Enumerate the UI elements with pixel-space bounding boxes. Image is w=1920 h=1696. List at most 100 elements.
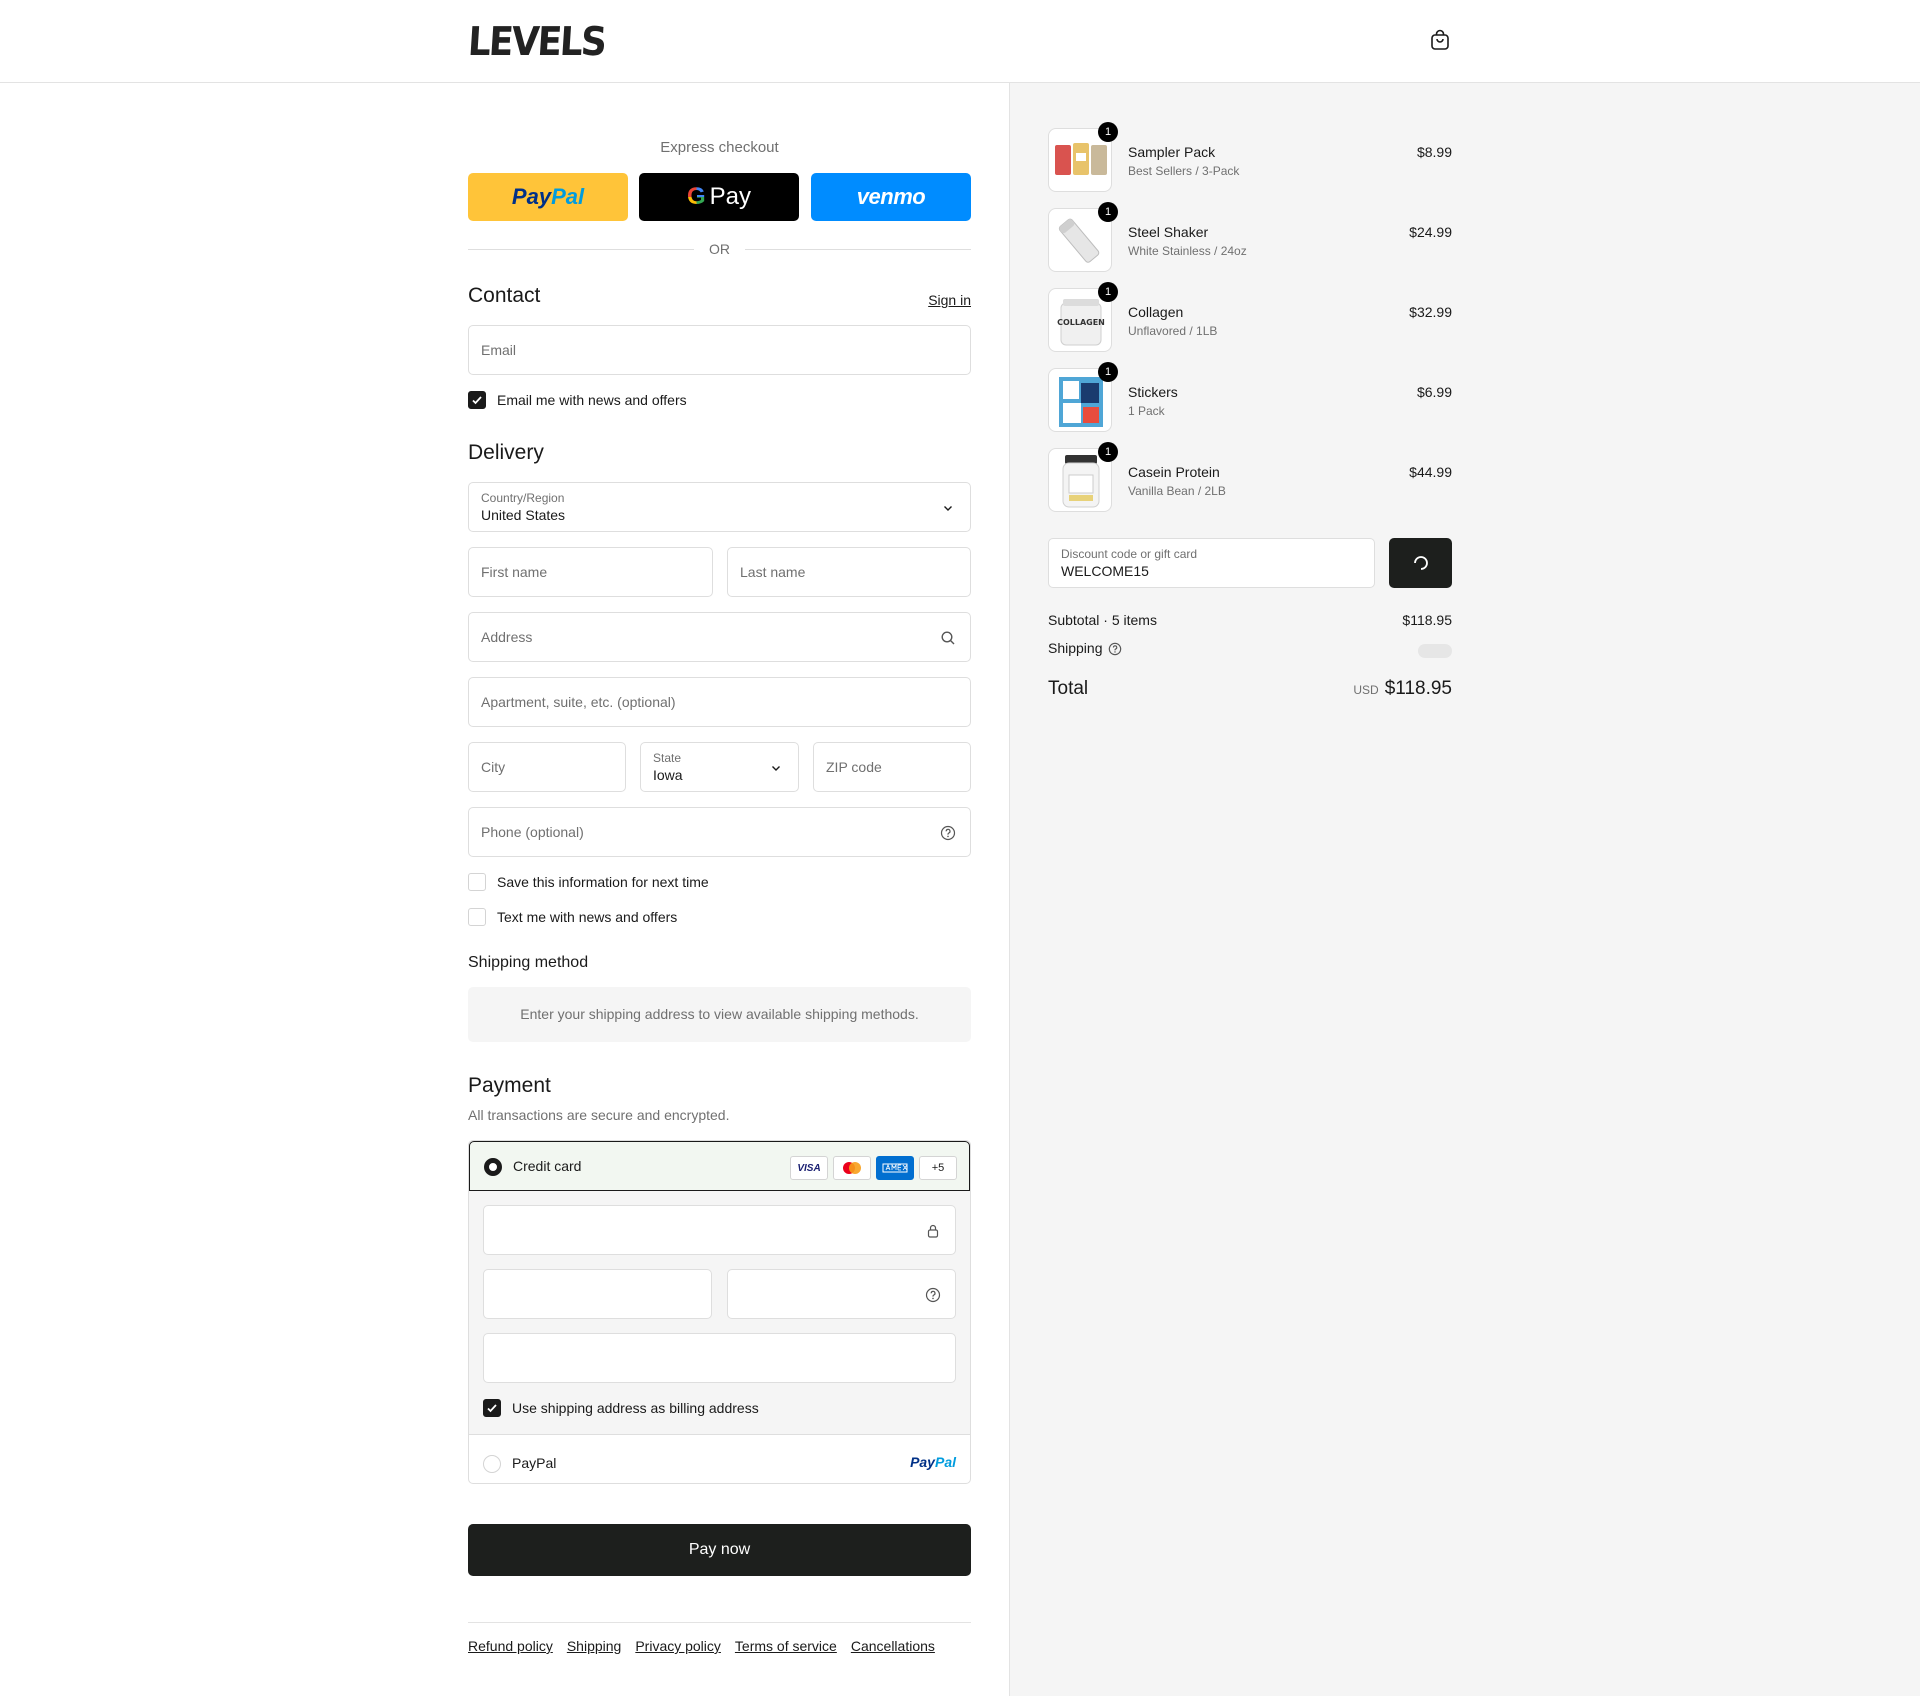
cart-item: 1 Casein Protein Vanilla Bean / 2LB $44.…	[1048, 442, 1452, 512]
apply-discount-button[interactable]	[1389, 538, 1452, 588]
shipping-value-placeholder	[1418, 644, 1452, 658]
billing-same-label: Use shipping address as billing address	[512, 1400, 759, 1416]
header: LEVELS	[0, 0, 1920, 83]
total-row: Total USD $118.95	[1048, 678, 1452, 704]
state-select[interactable]: State Iowa	[640, 742, 799, 792]
search-icon[interactable]	[940, 630, 956, 646]
total-value: $118.95	[1384, 678, 1452, 699]
save-info-checkbox-row[interactable]: Save this information for next time	[468, 872, 709, 892]
venmo-button[interactable]: venmo	[811, 173, 971, 221]
item-price: $44.99	[1409, 464, 1452, 480]
state-label: State	[653, 751, 682, 765]
name-on-card-field[interactable]	[483, 1333, 956, 1383]
terms-of-service-link[interactable]: Terms of service	[735, 1638, 837, 1654]
shipping-label: Shipping	[1048, 640, 1103, 656]
refund-policy-link[interactable]: Refund policy	[468, 1638, 553, 1654]
paypal-option-label[interactable]: PayPal	[512, 1455, 556, 1471]
total-amount: USD $118.95	[1353, 678, 1452, 700]
item-price: $24.99	[1409, 224, 1452, 240]
paypal-logo-pal: Pal	[551, 184, 585, 209]
checkmark-icon	[487, 1404, 497, 1413]
cart-item: 1 Steel Shaker White Stainless / 24oz $2…	[1048, 202, 1452, 272]
city-field[interactable]: City	[468, 742, 626, 792]
credit-card-option[interactable]: Credit card VISA +5	[469, 1141, 970, 1191]
item-price: $6.99	[1416, 384, 1452, 400]
country-select[interactable]: Country/Region United States	[468, 482, 971, 532]
discount-value: WELCOME15	[1061, 563, 1149, 579]
mastercard-icon	[833, 1156, 871, 1180]
text-offers-checkbox-row[interactable]: Text me with news and offers	[468, 907, 677, 927]
gpay-label: Pay	[709, 183, 752, 210]
help-circle-icon[interactable]	[1108, 642, 1122, 656]
cart-item: COLLAGEN 1 Collagen Unflavored / 1LB $32…	[1048, 282, 1452, 352]
credit-card-radio[interactable]	[484, 1158, 502, 1176]
currency-code: USD	[1353, 683, 1379, 697]
last-name-placeholder: Last name	[740, 564, 806, 580]
privacy-policy-link[interactable]: Privacy policy	[635, 1638, 721, 1654]
paypal-express-button[interactable]: Pay Pal	[468, 173, 628, 221]
email-offers-checkbox[interactable]	[468, 391, 486, 409]
quantity-badge: 1	[1098, 442, 1118, 462]
first-name-placeholder: First name	[481, 564, 548, 580]
item-name: Steel Shaker	[1128, 224, 1209, 240]
first-name-field[interactable]: First name	[468, 547, 713, 597]
payment-subtitle: All transactions are secure and encrypte…	[468, 1107, 730, 1123]
email-placeholder: Email	[481, 342, 517, 358]
item-name: Stickers	[1128, 384, 1178, 400]
billing-same-checkbox-row[interactable]: Use shipping address as billing address	[483, 1398, 759, 1418]
address-field[interactable]: Address	[468, 612, 971, 662]
shipping-link[interactable]: Shipping	[567, 1638, 622, 1654]
apartment-field[interactable]: Apartment, suite, etc. (optional)	[468, 677, 971, 727]
email-offers-checkbox-row[interactable]: Email me with news and offers	[468, 390, 687, 410]
zip-field[interactable]: ZIP code	[813, 742, 971, 792]
text-offers-label: Text me with news and offers	[497, 909, 678, 925]
save-info-label: Save this information for next time	[497, 874, 709, 890]
levels-logo[interactable]: LEVELS	[467, 20, 607, 65]
item-price: $32.99	[1409, 304, 1452, 320]
text-offers-checkbox[interactable]	[468, 908, 486, 926]
quantity-badge: 1	[1098, 282, 1118, 302]
billing-same-checkbox[interactable]	[483, 1399, 501, 1417]
or-text: OR	[709, 241, 730, 257]
visa-icon: VISA	[790, 1156, 828, 1180]
credit-card-form: Use shipping address as billing address	[469, 1191, 970, 1435]
sign-in-link[interactable]: Sign in	[928, 292, 971, 308]
quantity-badge: 1	[1098, 362, 1118, 382]
last-name-field[interactable]: Last name	[727, 547, 971, 597]
paypal-radio[interactable]	[483, 1455, 501, 1473]
discount-code-field[interactable]: Discount code or gift card WELCOME15	[1048, 538, 1375, 588]
contact-heading: Contact	[468, 284, 541, 307]
quantity-badge: 1	[1098, 202, 1118, 222]
payment-methods: Credit card VISA +5 Use shipping address…	[468, 1140, 971, 1484]
delivery-heading: Delivery	[468, 441, 544, 464]
chevron-down-icon	[944, 506, 952, 511]
shopping-bag-icon[interactable]	[1428, 28, 1452, 52]
credit-card-label: Credit card	[513, 1158, 582, 1174]
card-number-field[interactable]	[483, 1205, 956, 1255]
quantity-badge: 1	[1098, 122, 1118, 142]
cancellations-link[interactable]: Cancellations	[851, 1638, 935, 1654]
lock-icon	[927, 1224, 939, 1238]
subtotal-label: Subtotal · 5 items	[1048, 612, 1157, 628]
pay-now-button[interactable]: Pay now	[468, 1524, 971, 1576]
country-label: Country/Region	[481, 491, 565, 505]
security-code-field[interactable]	[727, 1269, 956, 1319]
google-g-icon: G	[686, 183, 706, 210]
loading-spinner-icon	[1413, 556, 1428, 570]
footer-links: Refund policy Shipping Privacy policy Te…	[468, 1638, 935, 1654]
state-value: Iowa	[653, 767, 683, 783]
phone-placeholder: Phone (optional)	[481, 824, 584, 840]
item-name: Collagen	[1128, 304, 1184, 320]
item-name: Sampler Pack	[1128, 144, 1216, 160]
phone-field[interactable]: Phone (optional)	[468, 807, 971, 857]
item-variant: Unflavored / 1LB	[1128, 324, 1218, 338]
email-field[interactable]: Email	[468, 325, 971, 375]
save-info-checkbox[interactable]	[468, 873, 486, 891]
apartment-placeholder: Apartment, suite, etc. (optional)	[481, 694, 676, 710]
shipping-method-notice: Enter your shipping address to view avai…	[468, 987, 971, 1042]
help-circle-icon[interactable]	[940, 825, 956, 841]
expiration-date-field[interactable]	[483, 1269, 712, 1319]
google-pay-button[interactable]: G Pay	[639, 173, 799, 221]
cart-item: 1 Stickers 1 Pack $6.99	[1048, 362, 1452, 432]
help-circle-icon[interactable]	[925, 1287, 941, 1303]
